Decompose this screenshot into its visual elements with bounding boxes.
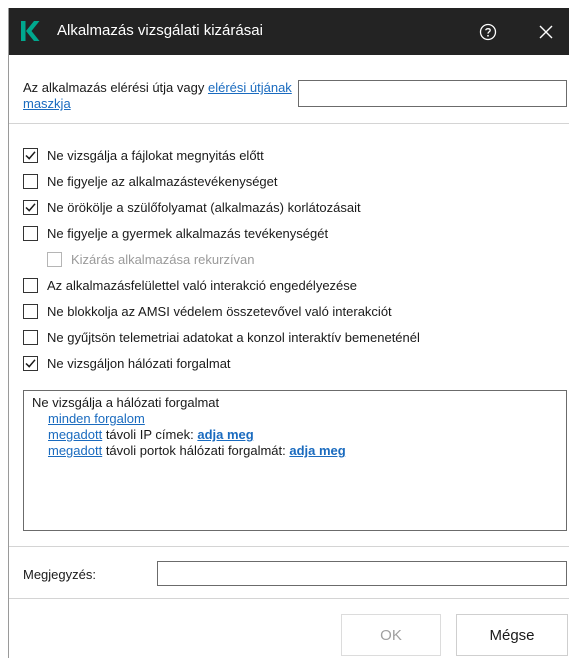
option-apply-recursively: Kizárás alkalmazása rekurzívan bbox=[47, 250, 255, 268]
all-traffic-link[interactable]: minden forgalom bbox=[48, 411, 145, 426]
ports-traffic-line: megadott távoli portok hálózati forgalmá… bbox=[32, 443, 558, 459]
checkbox[interactable] bbox=[23, 147, 38, 163]
checkbox[interactable] bbox=[23, 173, 38, 189]
checkbox[interactable] bbox=[23, 225, 38, 241]
option-monitor-app-activity[interactable]: Ne figyelje az alkalmazástevékenységet bbox=[23, 172, 278, 190]
traffic-heading: Ne vizsgálja a hálózati forgalmat bbox=[32, 395, 220, 410]
checkbox[interactable] bbox=[23, 355, 38, 371]
note-input[interactable] bbox=[157, 561, 567, 586]
option-label: Ne vizsgáljon hálózati forgalmat bbox=[47, 355, 231, 371]
option-inherit-parent-restrictions[interactable]: Ne örökölje a szülőfolyamat (alkalmazás)… bbox=[23, 198, 361, 216]
checkbox[interactable] bbox=[23, 199, 38, 215]
help-icon bbox=[479, 23, 497, 41]
checkbox[interactable] bbox=[23, 277, 38, 293]
network-traffic-box: Ne vizsgálja a hálózati forgalmat minden… bbox=[23, 390, 567, 531]
dialog-title: Alkalmazás vizsgálati kizárásai bbox=[57, 22, 263, 39]
path-input[interactable] bbox=[298, 80, 567, 107]
footer-divider bbox=[9, 598, 569, 599]
option-label: Ne figyelje a gyermek alkalmazás tevéken… bbox=[47, 225, 329, 241]
checkbox[interactable] bbox=[23, 303, 38, 319]
divider bbox=[9, 546, 569, 547]
kaspersky-logo-icon bbox=[20, 20, 40, 42]
option-allow-ui-interaction[interactable]: Az alkalmazásfelülettel való interakció … bbox=[23, 276, 357, 294]
dialog-window: Alkalmazás vizsgálati kizárásai Az alkal… bbox=[8, 8, 569, 658]
ip-traffic-text: távoli IP címek: bbox=[102, 427, 198, 442]
ports-specify-link[interactable]: adja meg bbox=[289, 443, 345, 458]
ip-specified-link[interactable]: megadott bbox=[48, 427, 102, 442]
close-icon bbox=[539, 25, 553, 39]
ip-traffic-line: megadott távoli IP címek: adja meg bbox=[32, 427, 558, 443]
option-network-traffic[interactable]: Ne vizsgáljon hálózati forgalmat bbox=[23, 354, 231, 372]
ports-specified-link[interactable]: megadott bbox=[48, 443, 102, 458]
option-label: Kizárás alkalmazása rekurzívan bbox=[71, 251, 255, 267]
option-label: Ne gyűjtsön telemetriai adatokat a konzo… bbox=[47, 329, 420, 345]
divider bbox=[9, 123, 569, 124]
cancel-button[interactable]: Mégse bbox=[456, 614, 568, 656]
path-label: Az alkalmazás elérési útja vagy elérési … bbox=[23, 80, 293, 112]
option-label: Az alkalmazásfelülettel való interakció … bbox=[47, 277, 358, 293]
help-button[interactable] bbox=[474, 18, 502, 46]
option-label: Ne figyelje az alkalmazástevékenységet bbox=[47, 173, 278, 189]
checkbox bbox=[47, 251, 62, 267]
option-telemetry[interactable]: Ne gyűjtsön telemetriai adatokat a konzo… bbox=[23, 328, 420, 346]
path-label-text: Az alkalmazás elérési útja vagy bbox=[23, 80, 208, 95]
title-bar: Alkalmazás vizsgálati kizárásai bbox=[9, 8, 569, 55]
option-amsi-interaction[interactable]: Ne blokkolja az AMSI védelem összetevőve… bbox=[23, 302, 392, 320]
ports-traffic-text: távoli portok hálózati forgalmát: bbox=[102, 443, 290, 458]
option-label: Ne vizsgálja a fájlokat megnyitás előtt bbox=[47, 147, 264, 163]
ip-specify-link[interactable]: adja meg bbox=[197, 427, 253, 442]
note-label: Megjegyzés: bbox=[23, 567, 96, 582]
close-button[interactable] bbox=[532, 18, 560, 46]
checkbox[interactable] bbox=[23, 329, 38, 345]
option-scan-files-before-open[interactable]: Ne vizsgálja a fájlokat megnyitás előtt bbox=[23, 146, 264, 164]
option-label: Ne örökölje a szülőfolyamat (alkalmazás)… bbox=[47, 199, 361, 215]
ok-button[interactable]: OK bbox=[341, 614, 441, 656]
option-label: Ne blokkolja az AMSI védelem összetevőve… bbox=[47, 303, 392, 319]
option-monitor-child-activity[interactable]: Ne figyelje a gyermek alkalmazás tevéken… bbox=[23, 224, 328, 242]
